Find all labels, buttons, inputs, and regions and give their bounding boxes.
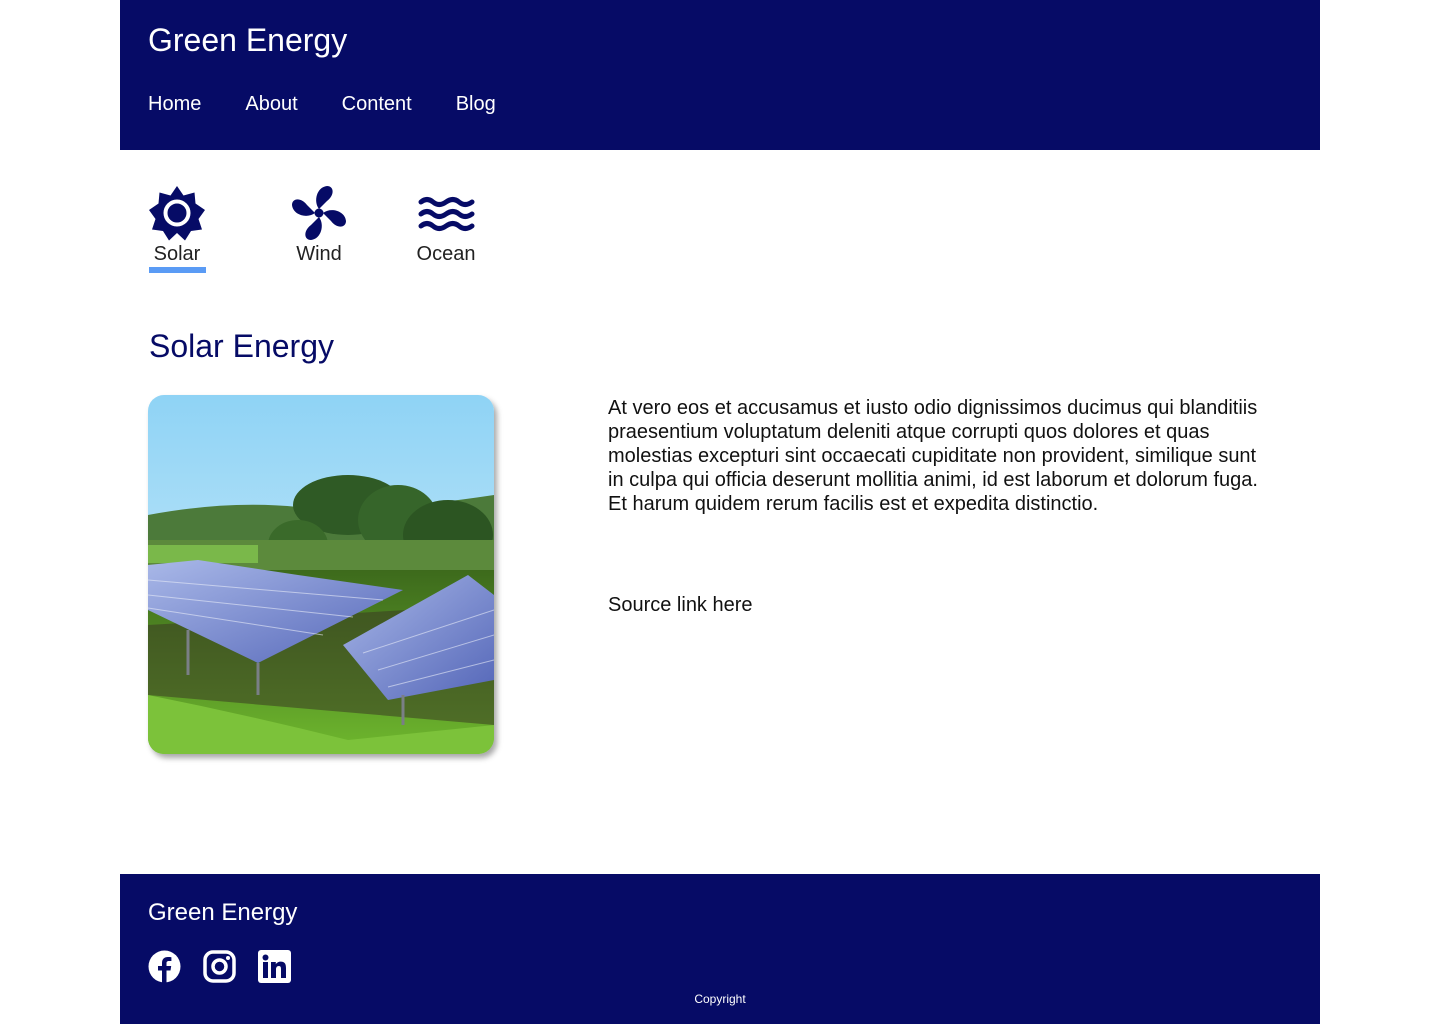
site-footer: Green Energy Copyright [120,874,1320,1024]
energy-tabs: Solar Wind Ocean [148,184,486,273]
nav-about[interactable]: About [245,90,297,118]
source-link[interactable]: Source link here [608,593,753,617]
section-title: Solar Energy [149,328,334,364]
tab-solar[interactable]: Solar [148,184,206,273]
social-links [148,950,291,983]
facebook-icon[interactable] [148,950,181,983]
instagram-icon[interactable] [203,950,236,983]
tab-wind-label: Wind [296,243,342,265]
fan-icon [290,184,348,242]
nav-home[interactable]: Home [148,90,201,118]
tab-wind[interactable]: Wind [284,184,354,273]
body-paragraph: At vero eos et accusamus et iusto odio d… [608,397,1258,515]
nav-blog[interactable]: Blog [456,90,496,118]
footer-title: Green Energy [148,899,298,926]
nav-content[interactable]: Content [342,90,412,118]
main-nav: Home About Content Blog [148,90,496,118]
site-title[interactable]: Green Energy [148,20,347,60]
page: Green Energy Home About Content Blog Sol… [0,0,1440,1024]
active-tab-indicator [148,267,206,273]
linkedin-icon[interactable] [258,950,291,983]
waves-icon [417,184,475,242]
copyright-text: Copyright [694,992,746,1006]
tab-solar-label: Solar [153,243,201,265]
tab-ocean[interactable]: Ocean [406,184,486,273]
solar-panels-photo [148,395,494,754]
site-header: Green Energy Home About Content Blog [120,0,1320,150]
sun-icon [148,184,206,242]
tab-ocean-label: Ocean [416,243,476,265]
